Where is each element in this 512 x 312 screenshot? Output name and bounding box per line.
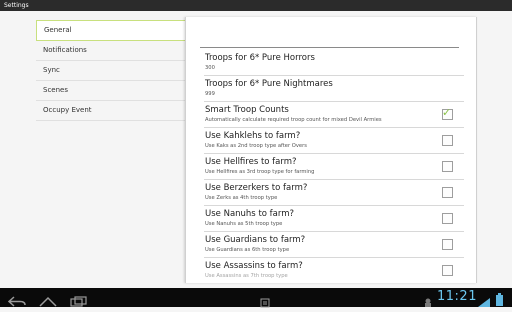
- use-assassins-checkbox[interactable]: [442, 265, 453, 276]
- system-bar: 11:21: [0, 288, 512, 310]
- use-guardians-checkbox[interactable]: [442, 239, 453, 250]
- pref-use-hellfires[interactable]: Use Hellfires to farm? Use Hellfires as …: [204, 154, 464, 180]
- pref-pure-nightmares[interactable]: Troops for 6* Pure Nightmares 999: [204, 76, 464, 102]
- pref-summary: 300: [205, 65, 215, 71]
- pref-summary: 999: [205, 91, 215, 97]
- pref-summary: Use Assassins as 7th troop type: [205, 273, 288, 279]
- pref-use-nanuhs[interactable]: Use Nanuhs to farm? Use Nanuhs as 5th tr…: [204, 206, 464, 232]
- pref-use-guardians[interactable]: Use Guardians to farm? Use Guardians as …: [204, 232, 464, 258]
- pref-summary: Use Nanuhs as 5th troop type: [205, 221, 283, 227]
- pref-title: Use Nanuhs to farm?: [205, 209, 295, 219]
- sidebar-item-occupy-event[interactable]: Occupy Event: [36, 101, 186, 121]
- sidebar-item-general[interactable]: General: [36, 20, 186, 41]
- panel-divider: [200, 47, 459, 48]
- checkmark-icon: ✓: [442, 106, 452, 119]
- back-icon[interactable]: [7, 292, 26, 311]
- pref-summary: Use Guardians as 6th troop type: [205, 247, 290, 253]
- status-clock: 11:21: [437, 289, 477, 304]
- recent-apps-icon[interactable]: [70, 292, 88, 311]
- menu-icon[interactable]: [260, 293, 270, 312]
- window-title: Settings: [4, 2, 29, 9]
- sidebar-item-notifications[interactable]: Notifications: [36, 41, 186, 61]
- pref-title: Use Guardians to farm?: [205, 235, 306, 245]
- preferences-panel: Troops for 6* Pure Horrors 300 Troops fo…: [185, 17, 477, 283]
- sidebar-item-label: General: [44, 26, 72, 34]
- battery-icon: [496, 291, 503, 310]
- home-icon[interactable]: [38, 292, 58, 311]
- pref-smart-troop-counts[interactable]: Smart Troop Counts Automatically calcula…: [204, 102, 464, 128]
- pref-use-kahklehs[interactable]: Use Kahklehs to farm? Use Kaks as 2nd tr…: [204, 128, 464, 154]
- title-bar: Settings: [0, 0, 512, 11]
- pref-title: Use Kahklehs to farm?: [205, 131, 301, 141]
- pref-title: Use Assassins to farm?: [205, 261, 303, 271]
- pref-summary: Use Zerks as 4th troop type: [205, 195, 278, 201]
- sidebar-item-label: Sync: [43, 66, 60, 74]
- use-nanuhs-checkbox[interactable]: [442, 213, 453, 224]
- sidebar-item-scenes[interactable]: Scenes: [36, 81, 186, 101]
- wifi-icon: [478, 293, 490, 312]
- pref-title: Smart Troop Counts: [205, 105, 289, 115]
- use-hellfires-checkbox[interactable]: [442, 161, 453, 172]
- sidebar-item-label: Notifications: [43, 46, 87, 54]
- settings-sidebar: General Notifications Sync Scenes Occupy…: [36, 20, 186, 121]
- pref-summary: Use Kaks as 2nd troop type after Overs: [205, 143, 307, 149]
- pref-title: Troops for 6* Pure Nightmares: [205, 79, 333, 89]
- sidebar-item-label: Occupy Event: [43, 106, 92, 114]
- pref-use-berzerkers[interactable]: Use Berzerkers to farm? Use Zerks as 4th…: [204, 180, 464, 206]
- use-kahklehs-checkbox[interactable]: [442, 135, 453, 146]
- pref-summary: Automatically calculate required troop c…: [205, 117, 382, 123]
- pref-title: Troops for 6* Pure Horrors: [205, 53, 315, 63]
- pref-title: Use Hellfires to farm?: [205, 157, 297, 167]
- sidebar-item-sync[interactable]: Sync: [36, 61, 186, 81]
- use-berzerkers-checkbox[interactable]: [442, 187, 453, 198]
- pref-summary: Use Hellfires as 3rd troop type for farm…: [205, 169, 315, 175]
- sidebar-item-label: Scenes: [43, 86, 68, 94]
- pref-use-assassins[interactable]: Use Assassins to farm? Use Assassins as …: [204, 258, 464, 282]
- preference-list: Troops for 6* Pure Horrors 300 Troops fo…: [204, 50, 464, 282]
- pref-pure-horrors[interactable]: Troops for 6* Pure Horrors 300: [204, 50, 464, 76]
- usb-debug-icon: [424, 293, 432, 312]
- pref-title: Use Berzerkers to farm?: [205, 183, 308, 193]
- smart-troop-counts-checkbox[interactable]: ✓: [442, 106, 453, 120]
